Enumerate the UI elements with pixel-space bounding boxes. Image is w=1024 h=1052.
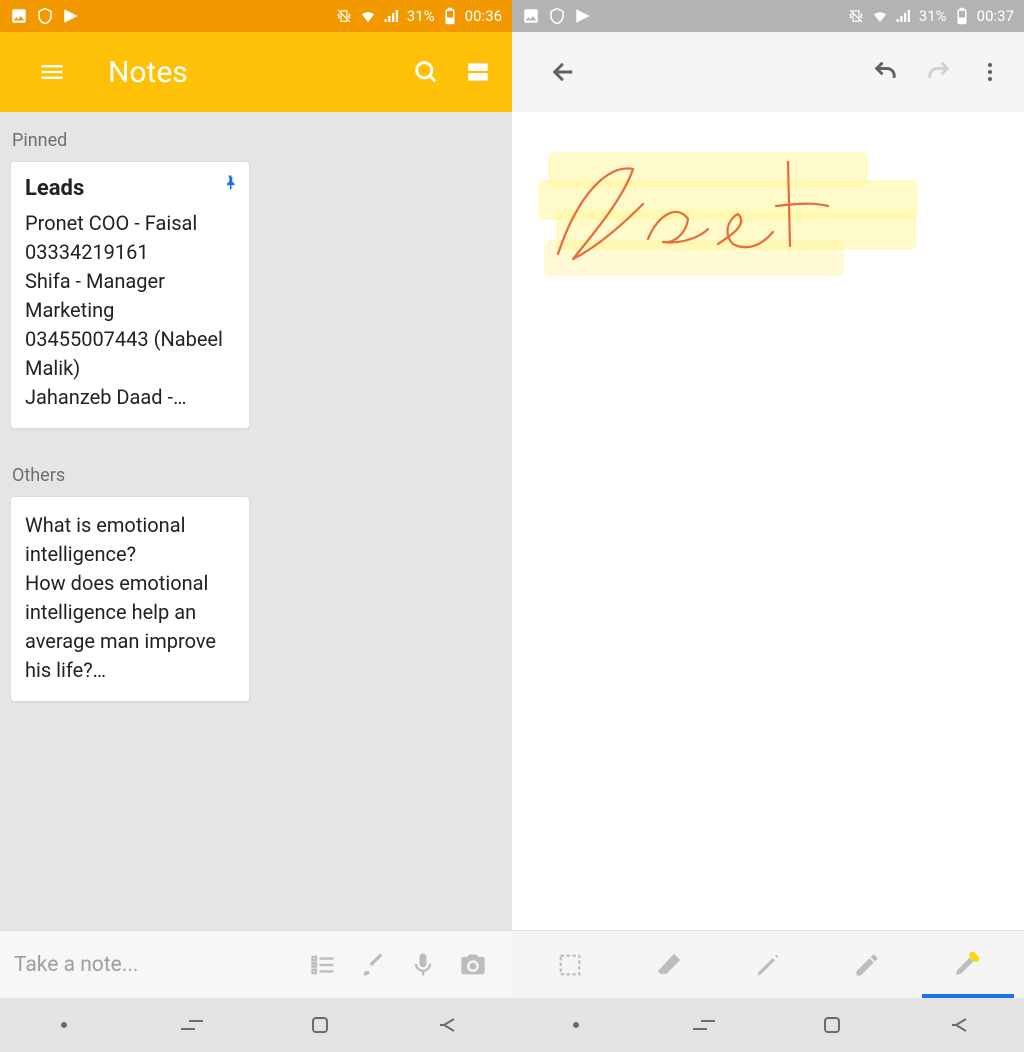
undo-icon	[872, 58, 900, 86]
select-icon	[556, 951, 584, 979]
status-bar-right: 31% 00:37	[512, 0, 1024, 32]
take-note-input[interactable]: Take a note...	[14, 953, 298, 977]
pinned-section-label: Pinned	[10, 124, 502, 161]
hamburger-icon	[38, 58, 66, 86]
compose-bar: Take a note...	[0, 930, 512, 998]
drawing-toolbar	[512, 930, 1024, 998]
nav-recents[interactable]	[162, 1005, 222, 1045]
redo-button[interactable]	[916, 50, 960, 94]
nav-dot[interactable]	[546, 1005, 606, 1045]
pen-tool[interactable]	[738, 940, 798, 990]
select-tool[interactable]	[540, 940, 600, 990]
pencil-tool[interactable]	[837, 940, 897, 990]
nav-home[interactable]	[290, 1005, 350, 1045]
home-icon	[820, 1013, 844, 1037]
search-icon	[412, 58, 440, 86]
pencil-icon	[853, 951, 881, 979]
nav-bar-left	[0, 998, 512, 1052]
clock-time: 00:36	[465, 7, 502, 25]
play-icon	[62, 7, 80, 25]
recents-icon	[689, 1013, 719, 1037]
list-view-icon	[465, 59, 491, 85]
checklist-button[interactable]	[298, 940, 348, 990]
voice-button[interactable]	[398, 940, 448, 990]
back-icon	[436, 1013, 460, 1037]
nav-recents[interactable]	[674, 1005, 734, 1045]
note-card-other[interactable]: What is emotional intelligence? How does…	[10, 496, 250, 702]
active-tool-indicator	[922, 994, 1014, 998]
app-bar-left: Notes	[0, 32, 512, 112]
notes-content: Pinned Leads Pronet COO - Faisal 0333421…	[0, 112, 512, 930]
status-bar-left: 31% 00:36	[0, 0, 512, 32]
camera-icon	[459, 951, 487, 979]
signal-icon	[895, 7, 913, 25]
back-button[interactable]	[542, 50, 586, 94]
nav-home[interactable]	[802, 1005, 862, 1045]
undo-button[interactable]	[864, 50, 908, 94]
shield-icon	[548, 7, 566, 25]
notes-list-screen: 31% 00:36 Notes Pinned Leads Pronet COO …	[0, 0, 512, 1052]
nav-back[interactable]	[418, 1005, 478, 1045]
handwriting-ink: Test	[538, 144, 938, 304]
eraser-tool[interactable]	[639, 940, 699, 990]
battery-pct: 31%	[407, 7, 435, 25]
view-toggle-button[interactable]	[456, 50, 500, 94]
highlighter-icon	[951, 950, 981, 980]
mic-icon	[409, 951, 437, 979]
nav-bar-right	[512, 998, 1024, 1052]
note-body: Pronet COO - Faisal 03334219161 Shifa - …	[25, 209, 235, 412]
clock-time: 00:37	[977, 7, 1014, 25]
menu-button[interactable]	[30, 50, 74, 94]
wifi-icon	[359, 7, 377, 25]
battery-icon	[441, 7, 459, 25]
home-icon	[308, 1013, 332, 1037]
dot-icon	[60, 1021, 68, 1029]
checklist-icon	[309, 951, 337, 979]
pin-icon	[221, 172, 239, 194]
shield-icon	[36, 7, 54, 25]
image-icon	[10, 7, 28, 25]
app-title: Notes	[108, 55, 396, 90]
camera-button[interactable]	[448, 940, 498, 990]
others-section-label: Others	[10, 459, 502, 496]
vibrate-icon	[335, 7, 353, 25]
recents-icon	[177, 1013, 207, 1037]
vibrate-icon	[847, 7, 865, 25]
drawing-screen: 31% 00:37 Test	[512, 0, 1024, 1052]
highlighter-tool[interactable]	[936, 940, 996, 990]
brush-icon	[359, 951, 387, 979]
drawing-canvas[interactable]: Test	[512, 112, 1024, 930]
pen-icon	[754, 951, 782, 979]
nav-back[interactable]	[930, 1005, 990, 1045]
redo-icon	[924, 58, 952, 86]
arrow-left-icon	[550, 58, 578, 86]
note-title: Leads	[25, 176, 235, 201]
search-button[interactable]	[404, 50, 448, 94]
image-icon	[522, 7, 540, 25]
back-icon	[948, 1013, 972, 1037]
nav-dot[interactable]	[34, 1005, 94, 1045]
draw-button[interactable]	[348, 940, 398, 990]
note-card-pinned[interactable]: Leads Pronet COO - Faisal 03334219161 Sh…	[10, 161, 250, 429]
more-vert-icon	[978, 60, 1002, 84]
eraser-icon	[654, 950, 684, 980]
overflow-button[interactable]	[968, 50, 1012, 94]
wifi-icon	[871, 7, 889, 25]
play-icon	[574, 7, 592, 25]
app-bar-right	[512, 32, 1024, 112]
signal-icon	[383, 7, 401, 25]
note-body: What is emotional intelligence? How does…	[25, 511, 235, 685]
dot-icon	[572, 1021, 580, 1029]
battery-icon	[953, 7, 971, 25]
battery-pct: 31%	[919, 7, 947, 25]
